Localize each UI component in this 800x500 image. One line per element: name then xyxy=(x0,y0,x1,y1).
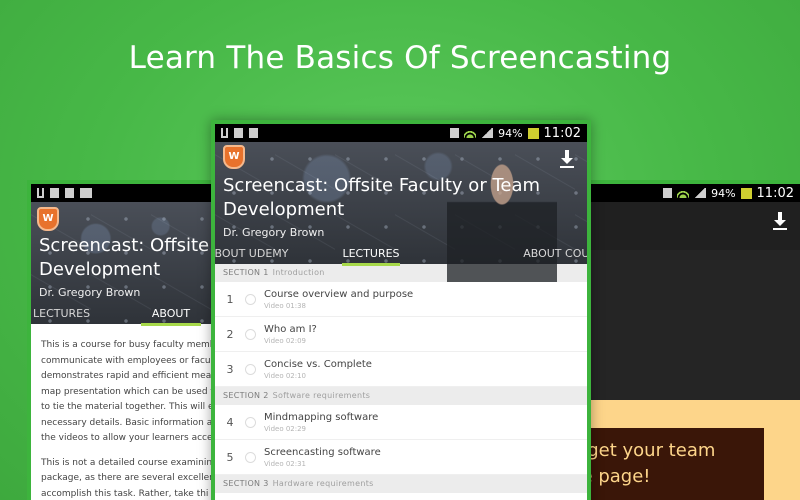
clock: 11:02 xyxy=(543,125,581,141)
page-headline: Learn The Basics Of Screencasting xyxy=(128,40,672,76)
tab-about[interactable]: ABOUT xyxy=(141,304,201,326)
notification-icon xyxy=(50,188,59,198)
app-logo-icon: W xyxy=(223,145,245,169)
section-header: SECTION 3 Hardware requirements xyxy=(215,475,587,493)
status-bar: 94% 11:02 xyxy=(215,124,587,142)
signal-icon xyxy=(481,128,494,138)
alert-icon xyxy=(527,127,539,139)
lecture-status-icon xyxy=(245,451,256,463)
tab-lectures[interactable]: LECTURES xyxy=(31,304,141,326)
instructor-name: Dr. Gregory Brown xyxy=(39,286,141,299)
notification-icon xyxy=(65,188,74,198)
wifi-icon xyxy=(464,128,477,138)
center-phone-screenshot: 94% 11:02 W Screencast: Offsite Faculty … xyxy=(211,120,591,500)
usb-icon xyxy=(37,188,44,198)
notification-icon xyxy=(249,128,258,138)
app-bar xyxy=(564,202,800,250)
download-icon[interactable] xyxy=(559,150,575,168)
lecture-item[interactable]: 3 Concise vs. Complete Video 02:10 xyxy=(215,352,587,387)
lecture-item[interactable]: 5 Screencasting software Video 02:31 xyxy=(215,440,587,475)
right-phone-screenshot: 94% 11:02 g: get your team me page! xyxy=(560,180,800,500)
wifi-icon xyxy=(677,188,690,198)
alert-icon xyxy=(740,187,752,199)
tab-lectures[interactable]: LECTURES xyxy=(342,244,400,266)
battery-percent: 94% xyxy=(711,186,736,200)
mute-icon xyxy=(663,188,673,198)
video-area xyxy=(564,250,800,415)
lecture-item[interactable]: 1 Course overview and purpose Video 01:38 xyxy=(215,282,587,317)
lecture-status-icon xyxy=(245,293,256,305)
lecture-item[interactable]: 2 Who am I? Video 02:09 xyxy=(215,317,587,352)
notification-icon xyxy=(234,128,243,138)
lecture-status-icon xyxy=(245,416,256,428)
status-bar: 94% 11:02 xyxy=(564,184,800,202)
lecture-item[interactable]: 4 Mindmapping software Video 02:29 xyxy=(215,405,587,440)
tab-about-udemy[interactable]: ABOUT UDEMY xyxy=(215,244,342,266)
tab-about-course[interactable]: ABOUT COURSE xyxy=(501,244,587,266)
lecture-status-icon xyxy=(245,328,256,340)
promo-text: g: get your team me page! xyxy=(564,428,764,500)
image-icon xyxy=(80,188,92,198)
battery-percent: 94% xyxy=(498,126,523,140)
download-icon[interactable] xyxy=(772,212,788,230)
course-title: Screencast: Offsite Faculty or Team Deve… xyxy=(223,175,541,220)
mute-icon xyxy=(450,128,460,138)
lecture-status-icon xyxy=(245,363,256,375)
instructor-name: Dr. Gregory Brown xyxy=(223,226,325,239)
clock: 11:02 xyxy=(756,185,794,201)
section-header: SECTION 2 Software requirements xyxy=(215,387,587,405)
signal-icon xyxy=(694,188,707,198)
lecture-list: SECTION 1 Introduction 1 Course overview … xyxy=(215,264,587,493)
course-title: Screencast: Offsite F Development xyxy=(39,235,226,280)
tab-bar: ABOUT UDEMY LECTURES ABOUT COURSE xyxy=(215,244,587,266)
course-hero: W Screencast: Offsite Faculty or Team De… xyxy=(215,142,587,282)
usb-icon xyxy=(221,128,228,138)
app-logo-icon: W xyxy=(37,207,59,231)
